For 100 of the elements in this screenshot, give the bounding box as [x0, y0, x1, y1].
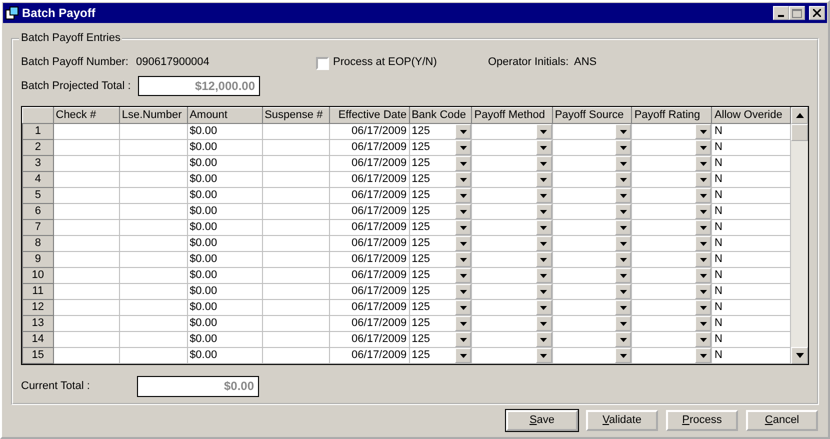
table-cell[interactable] — [119, 316, 188, 332]
table-cell[interactable]: N — [712, 140, 790, 156]
scroll-up-button[interactable] — [791, 107, 808, 124]
table-cell[interactable] — [53, 140, 120, 156]
table-cell[interactable]: N — [712, 156, 790, 172]
dropdown-button[interactable] — [615, 284, 631, 299]
dropdown-button[interactable] — [695, 284, 711, 299]
table-cell[interactable] — [262, 284, 330, 300]
table-cell[interactable] — [119, 332, 188, 348]
column-header[interactable]: Payoff Source — [552, 108, 632, 124]
table-cell[interactable]: $0.00 — [187, 268, 262, 284]
dropdown-button[interactable] — [536, 236, 552, 251]
table-cell[interactable] — [262, 252, 330, 268]
table-cell[interactable] — [119, 236, 188, 252]
column-header[interactable]: Bank Code — [409, 108, 472, 124]
table-cell[interactable] — [119, 300, 188, 316]
dialog-button[interactable]: Cancel — [746, 410, 818, 431]
table-cell[interactable] — [262, 300, 330, 316]
dropdown-button[interactable] — [455, 252, 471, 267]
table-cell[interactable]: $0.00 — [187, 236, 262, 252]
dropdown-button[interactable] — [455, 284, 471, 299]
dropdown-button[interactable] — [536, 172, 552, 187]
table-cell[interactable]: 06/17/2009 — [330, 300, 410, 316]
maximize-button[interactable] — [789, 6, 805, 20]
table-cell[interactable]: N — [712, 316, 790, 332]
dropdown-button[interactable] — [455, 332, 471, 347]
table-cell[interactable] — [119, 348, 188, 364]
dropdown-button[interactable] — [455, 348, 471, 363]
minimize-button[interactable] — [773, 6, 789, 20]
table-cell[interactable]: N — [712, 300, 790, 316]
table-cell[interactable] — [262, 268, 330, 284]
table-cell[interactable] — [53, 156, 120, 172]
table-cell[interactable]: 06/17/2009 — [330, 252, 410, 268]
table-cell[interactable]: 06/17/2009 — [330, 268, 410, 284]
dropdown-button[interactable] — [695, 172, 711, 187]
dropdown-button[interactable] — [455, 188, 471, 203]
table-cell[interactable]: 06/17/2009 — [330, 236, 410, 252]
table-cell[interactable] — [119, 268, 188, 284]
table-cell[interactable]: N — [712, 220, 790, 236]
table-cell[interactable] — [119, 284, 188, 300]
column-header[interactable]: Lse.Number — [119, 108, 188, 124]
dropdown-button[interactable] — [455, 220, 471, 235]
table-cell[interactable]: N — [712, 204, 790, 220]
column-header[interactable]: Payoff Rating — [632, 108, 712, 124]
scroll-thumb[interactable] — [791, 124, 808, 142]
table-cell[interactable]: N — [712, 252, 790, 268]
table-cell[interactable]: N — [712, 188, 790, 204]
table-cell[interactable]: 06/17/2009 — [330, 332, 410, 348]
table-cell[interactable]: $0.00 — [187, 348, 262, 364]
table-cell[interactable]: N — [712, 236, 790, 252]
table-cell[interactable]: 06/17/2009 — [330, 204, 410, 220]
table-cell[interactable] — [119, 140, 188, 156]
dropdown-button[interactable] — [536, 348, 552, 363]
table-cell[interactable]: $0.00 — [187, 140, 262, 156]
table-cell[interactable] — [119, 172, 188, 188]
table-cell[interactable] — [262, 204, 330, 220]
table-cell[interactable] — [262, 348, 330, 364]
table-cell[interactable] — [119, 204, 188, 220]
table-cell[interactable]: N — [712, 124, 790, 140]
dropdown-button[interactable] — [536, 204, 552, 219]
dropdown-button[interactable] — [615, 252, 631, 267]
dropdown-button[interactable] — [615, 140, 631, 155]
table-cell[interactable]: $0.00 — [187, 252, 262, 268]
dropdown-button[interactable] — [695, 236, 711, 251]
table-cell[interactable] — [262, 172, 330, 188]
table-cell[interactable]: $0.00 — [187, 156, 262, 172]
table-cell[interactable] — [53, 204, 120, 220]
table-cell[interactable]: 06/17/2009 — [330, 220, 410, 236]
table-cell[interactable]: 06/17/2009 — [330, 316, 410, 332]
table-cell[interactable] — [262, 156, 330, 172]
column-header[interactable]: Payoff Method — [472, 108, 552, 124]
table-cell[interactable]: $0.00 — [187, 204, 262, 220]
dropdown-button[interactable] — [536, 220, 552, 235]
table-cell[interactable] — [262, 332, 330, 348]
dropdown-button[interactable] — [615, 156, 631, 171]
dropdown-button[interactable] — [455, 236, 471, 251]
table-cell[interactable]: 06/17/2009 — [330, 188, 410, 204]
dropdown-button[interactable] — [695, 316, 711, 331]
table-cell[interactable]: $0.00 — [187, 220, 262, 236]
dropdown-button[interactable] — [695, 252, 711, 267]
scrollbar[interactable] — [791, 107, 808, 364]
table-cell[interactable] — [119, 252, 188, 268]
dropdown-button[interactable] — [615, 236, 631, 251]
dropdown-button[interactable] — [536, 140, 552, 155]
dropdown-button[interactable] — [615, 268, 631, 283]
table-cell[interactable]: $0.00 — [187, 284, 262, 300]
table-cell[interactable]: $0.00 — [187, 316, 262, 332]
table-cell[interactable]: 06/17/2009 — [330, 140, 410, 156]
checkbox[interactable] — [316, 56, 329, 70]
dropdown-button[interactable] — [536, 300, 552, 315]
table-cell[interactable] — [53, 268, 120, 284]
dropdown-button[interactable] — [455, 124, 471, 139]
dropdown-button[interactable] — [615, 124, 631, 139]
dropdown-button[interactable] — [536, 316, 552, 331]
table-cell[interactable] — [53, 332, 120, 348]
table-cell[interactable]: 06/17/2009 — [330, 124, 410, 140]
dropdown-button[interactable] — [536, 284, 552, 299]
table-cell[interactable] — [53, 316, 120, 332]
table-cell[interactable]: $0.00 — [187, 188, 262, 204]
table-cell[interactable] — [53, 188, 120, 204]
